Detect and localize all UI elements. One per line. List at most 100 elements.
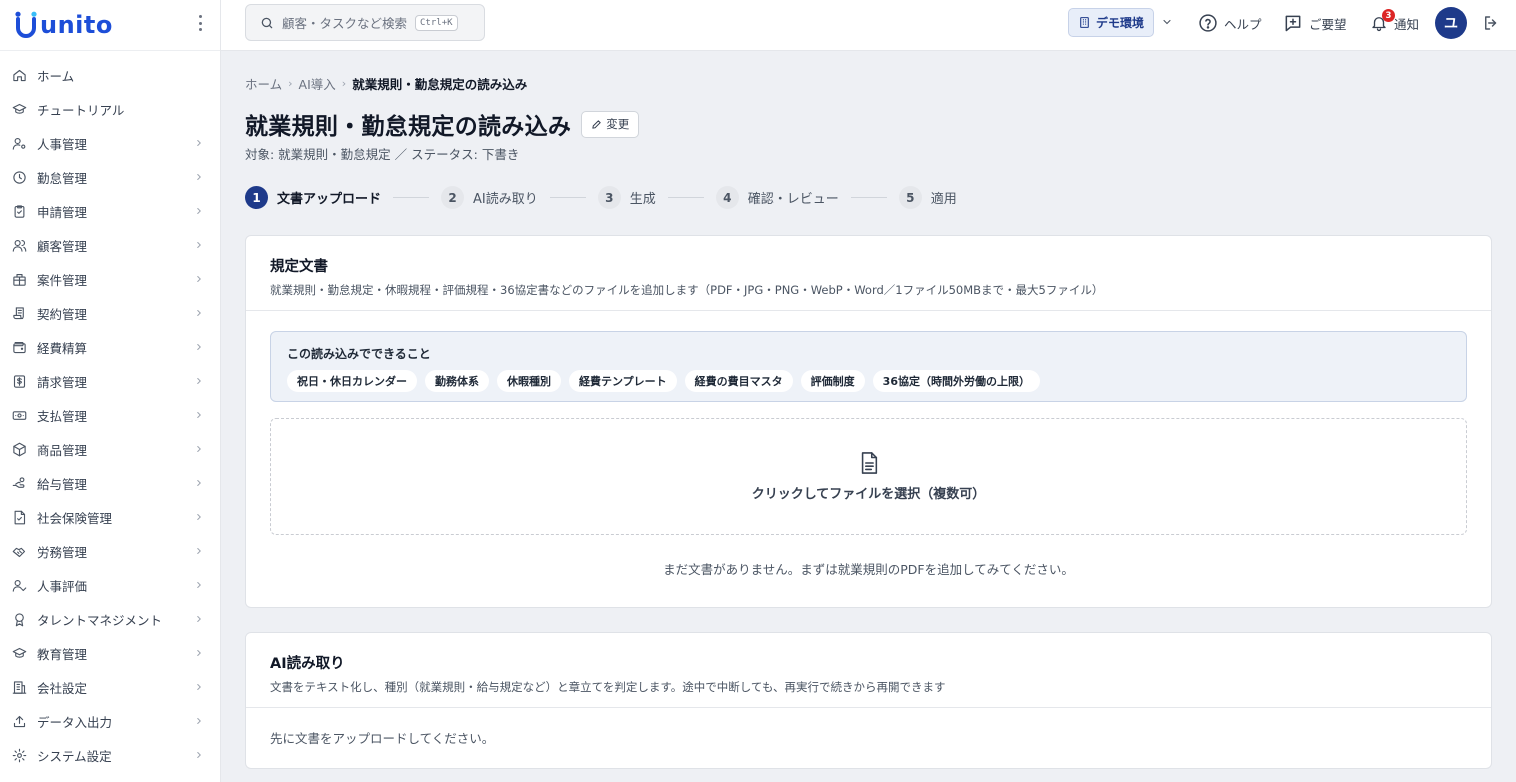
capability-chip: 36協定（時間外労働の上限） — [872, 370, 1040, 392]
chevron-down-icon[interactable] — [1161, 16, 1173, 28]
progress-stepper: 1 文書アップロード 2 AI読み取り 3 生成 4 確認・レビュー 5 適用 — [245, 186, 957, 209]
sidebar-menu-icon[interactable] — [198, 15, 202, 31]
sidebar-item[interactable]: 社会保険管理 — [0, 500, 220, 534]
stepper-connector — [549, 197, 586, 198]
step-label: 確認・レビュー — [747, 192, 839, 207]
sidebar-item-label: システム設定 — [37, 748, 112, 764]
dollar-receipt-icon — [11, 373, 27, 389]
stepper-connector — [393, 197, 430, 198]
sidebar-item[interactable]: チュートリアル — [0, 92, 220, 126]
capability-chips: 祝日・休日カレンダー 勤務体系 休暇種別 経費テンプレート 経費の費目マスタ 評価制度 36… — [287, 370, 1450, 392]
step-label: AI読み取り — [473, 192, 538, 207]
search-icon — [261, 17, 273, 28]
file-text-icon — [861, 452, 877, 474]
sidebar-item-label: 支払管理 — [37, 408, 88, 424]
award-icon — [11, 611, 27, 627]
stepper-step[interactable]: 2 AI読み取り — [441, 186, 538, 209]
step-number: 5 — [898, 186, 922, 209]
pencil-icon — [592, 119, 601, 129]
ai-reading-card: AI読み取り 文書をテキスト化し、種別（就業規則・給与規定など）と章立てを判定し… — [245, 632, 1492, 769]
search-shortcut: Ctrl+K — [415, 14, 458, 31]
stepper-step[interactable]: 3 生成 — [597, 186, 656, 209]
help-circle-icon — [1199, 14, 1217, 32]
step-label: 適用 — [930, 192, 957, 207]
logo-mark-icon — [15, 11, 37, 38]
sidebar-item[interactable]: ホーム — [0, 58, 220, 92]
capabilities-title: この読み込みでできること — [287, 347, 431, 361]
sidebar-item[interactable]: 請求管理 — [0, 364, 220, 398]
chevron-right-icon — [197, 446, 201, 452]
chevron-right-icon — [197, 412, 201, 418]
sidebar-item-label: 申請管理 — [37, 204, 88, 220]
avatar[interactable]: ユ — [1435, 7, 1467, 39]
sidebar: unito ホーム チュートリアル人事管理勤怠管理申請管理顧客管理案件管理契約管理… — [0, 0, 221, 782]
chevron-right-icon — [197, 684, 201, 690]
sidebar-item[interactable]: 契約管理 — [0, 296, 220, 330]
chevron-right-icon — [197, 582, 201, 588]
notification-button[interactable]: 3 通知 — [1370, 9, 1419, 34]
logout-icon[interactable] — [1482, 14, 1500, 32]
help-button[interactable]: ヘルプ — [1198, 12, 1262, 34]
notification-badge: 3 — [1382, 9, 1395, 22]
sidebar-item-label: 人事管理 — [37, 136, 88, 152]
user-check-icon — [11, 577, 27, 593]
breadcrumb-home[interactable]: ホーム — [245, 74, 282, 93]
home-icon — [11, 67, 27, 83]
page-title: 就業規則・勤怠規定の読み込み — [245, 114, 572, 140]
chevron-right-icon — [197, 752, 201, 758]
sidebar-item-label: 案件管理 — [37, 272, 88, 288]
chevron-right-icon — [197, 174, 201, 180]
sidebar-item[interactable]: 人事管理 — [0, 126, 220, 160]
search-input[interactable]: 顧客・タスクなど検索 Ctrl+K — [245, 4, 485, 41]
file-dropzone[interactable]: クリックしてファイルを選択（複数可） — [270, 418, 1467, 535]
ai-reading-card-title: AI読み取り — [270, 656, 345, 672]
stepper-connector — [667, 197, 704, 198]
ai-reading-card-header: AI読み取り 文書をテキスト化し、種別（就業規則・給与規定など）と章立てを判定し… — [246, 633, 1491, 708]
chevron-right-icon — [197, 378, 201, 384]
step-label: 生成 — [629, 192, 656, 207]
sidebar-item[interactable]: 案件管理 — [0, 262, 220, 296]
step-number: 3 — [597, 186, 621, 209]
breadcrumb-parent[interactable]: AI導入 — [299, 74, 336, 93]
handshake-icon — [11, 543, 27, 559]
stepper-step[interactable]: 4 確認・レビュー — [715, 186, 839, 209]
sidebar-item[interactable]: 経費精算 — [0, 330, 220, 364]
dropzone-label: クリックしてファイルを選択（複数可） — [751, 487, 986, 502]
breadcrumb-current: 就業規則・勤怠規定の読み込み — [352, 77, 528, 92]
sidebar-item[interactable]: 申請管理 — [0, 194, 220, 228]
sidebar-item[interactable]: 教育管理 — [0, 636, 220, 670]
step-number: 2 — [441, 186, 465, 209]
capability-chip: 勤務体系 — [425, 370, 489, 392]
sidebar-item[interactable]: 会社設定 — [0, 670, 220, 704]
sidebar-item[interactable]: 商品管理 — [0, 432, 220, 466]
user-settings-icon — [11, 135, 27, 151]
sidebar-item[interactable]: システム設定 — [0, 738, 220, 772]
stepper-step[interactable]: 1 文書アップロード — [245, 186, 381, 209]
clock-icon — [11, 169, 27, 185]
sidebar-item-label: 顧客管理 — [37, 238, 88, 254]
sidebar-item-label: 給与管理 — [37, 476, 88, 492]
ai-reading-card-body: 先に文書をアップロードしてください。 — [270, 731, 495, 746]
sidebar-item[interactable]: タレントマネジメント — [0, 602, 220, 636]
sidebar-item[interactable]: 顧客管理 — [0, 228, 220, 262]
edit-title-button[interactable]: 変更 — [581, 110, 640, 138]
sidebar-item[interactable]: 人事評価 — [0, 568, 220, 602]
step-number: 4 — [715, 186, 739, 209]
graduation-cap-icon — [11, 101, 27, 117]
request-button[interactable]: ご要望 — [1283, 12, 1347, 34]
sidebar-item[interactable]: 勤怠管理 — [0, 160, 220, 194]
main-content: ホーム › AI導入 › 就業規則・勤怠規定の読み込み 就業規則・勤怠規定の読み… — [221, 51, 1516, 782]
documents-card: 規定文書 就業規則・勤怠規定・休暇規程・評価規程・36協定書などのファイルを追加… — [245, 235, 1492, 608]
documents-card-description: 就業規則・勤怠規定・休暇規程・評価規程・36協定書などのファイルを追加します（P… — [270, 283, 1104, 297]
sidebar-item[interactable]: 給与管理 — [0, 466, 220, 500]
chevron-right-icon — [197, 310, 201, 316]
sidebar-item[interactable]: 労務管理 — [0, 534, 220, 568]
stepper-step[interactable]: 5 適用 — [898, 186, 957, 209]
scroll-icon — [11, 305, 27, 321]
environment-button[interactable]: デモ環境 — [1068, 8, 1154, 37]
app-logo[interactable]: unito — [13, 11, 113, 39]
chevron-right-icon — [197, 276, 201, 282]
sidebar-item[interactable]: 支払管理 — [0, 398, 220, 432]
sidebar-item-label: 商品管理 — [37, 442, 88, 458]
sidebar-item[interactable]: データ入出力 — [0, 704, 220, 738]
